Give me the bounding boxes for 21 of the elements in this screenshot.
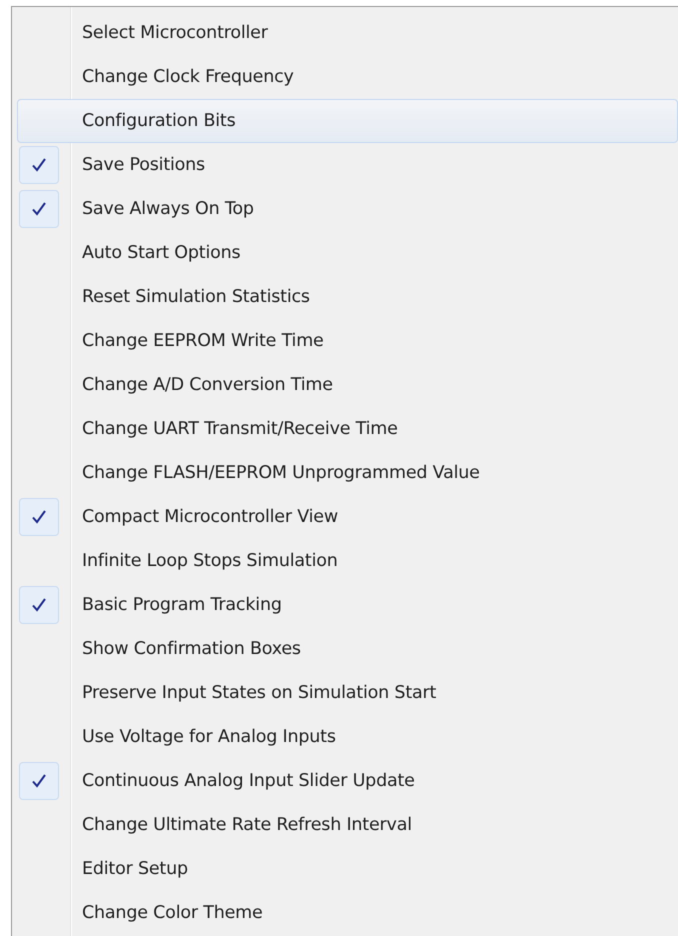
- menu-item[interactable]: Configuration Bits: [17, 99, 678, 143]
- menu-item[interactable]: Basic Program Tracking: [17, 583, 678, 627]
- menu-item[interactable]: Continuous Analog Input Slider Update: [17, 759, 678, 803]
- menu-item[interactable]: Use Voltage for Analog Inputs: [17, 715, 678, 759]
- menu-item[interactable]: Change UART Transmit/Receive Time: [17, 407, 678, 451]
- menu-item[interactable]: Change Clock Frequency: [17, 55, 678, 99]
- menu-item[interactable]: Select Microcontroller: [17, 11, 678, 55]
- menu-item[interactable]: Preserve Input States on Simulation Start: [17, 671, 678, 715]
- menu-item[interactable]: Change A/D Conversion Time: [17, 363, 678, 407]
- menu-item[interactable]: Compact Microcontroller View: [17, 495, 678, 539]
- menu-item[interactable]: Auto Start Options: [17, 231, 678, 275]
- menu-item[interactable]: Reset Simulation Statistics: [17, 275, 678, 319]
- menu-item[interactable]: Save Positions: [17, 143, 678, 187]
- menu-item[interactable]: Change FLASH/EEPROM Unprogrammed Value: [17, 451, 678, 495]
- menu-item[interactable]: Change Color Theme: [17, 891, 678, 935]
- menu-item[interactable]: Change EEPROM Write Time: [17, 319, 678, 363]
- menu-item[interactable]: Infinite Loop Stops Simulation: [17, 539, 678, 583]
- menu-item[interactable]: Change Ultimate Rate Refresh Interval: [17, 803, 678, 847]
- menu-item[interactable]: Editor Setup: [17, 847, 678, 891]
- menu-item[interactable]: Save Always On Top: [17, 187, 678, 231]
- menu-item[interactable]: Show Confirmation Boxes: [17, 627, 678, 671]
